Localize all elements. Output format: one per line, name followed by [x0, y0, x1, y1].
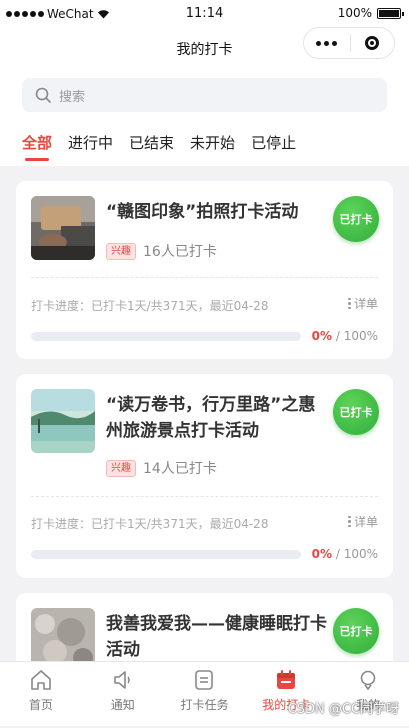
- activity-meta: 兴趣 14人已打卡: [106, 458, 217, 478]
- speaker-icon: [113, 671, 130, 689]
- home-icon: [31, 670, 51, 690]
- card-divider: [31, 277, 378, 278]
- more-vertical-icon: [348, 297, 351, 310]
- status-bar: WeChat 11:14 100%: [0, 0, 409, 28]
- detail-link[interactable]: 详单: [348, 295, 378, 312]
- task-icon: [195, 670, 214, 690]
- tabbar-home[interactable]: 首页: [0, 662, 82, 726]
- checkin-card[interactable]: “读万卷书，行万里路”之惠州旅游景点打卡活动 兴趣 14人已打卡 已打卡 打卡进…: [16, 374, 393, 578]
- calendar-icon: [277, 670, 296, 689]
- progress-total: 100%: [343, 547, 378, 561]
- progress-total: 100%: [343, 329, 378, 343]
- tab-stopped[interactable]: 已停止: [251, 132, 296, 162]
- progress-current: 0%: [311, 329, 333, 343]
- checked-in-button[interactable]: 已打卡: [333, 389, 379, 435]
- mini-program-capsule: [303, 27, 395, 59]
- activity-title: “赣图印象”拍照打卡活动: [106, 202, 299, 222]
- tabbar-label: 通知: [110, 698, 135, 712]
- close-mini-program-button[interactable]: [350, 36, 394, 50]
- tabbar-label: 首页: [28, 698, 53, 712]
- progress-current: 0%: [311, 547, 333, 561]
- watermark: CSDN @CC同学呀: [287, 702, 399, 717]
- participant-count: 16人已打卡: [143, 244, 217, 260]
- search-input[interactable]: 搜索: [22, 78, 387, 112]
- progress-bar: [31, 550, 301, 559]
- detail-label: 详单: [353, 297, 378, 311]
- status-tabs: 全部 进行中 已结束 未开始 已停止: [22, 132, 312, 162]
- battery-icon: [377, 7, 404, 19]
- tab-not-started[interactable]: 未开始: [190, 132, 235, 162]
- tabbar-label: 打卡任务: [180, 698, 229, 712]
- category-tag: 兴趣: [106, 459, 136, 477]
- progress-separator: /: [332, 329, 344, 343]
- activity-thumbnail: [31, 196, 95, 260]
- filter-header: 搜索 全部 进行中 已结束 未开始 已停止: [0, 68, 409, 166]
- activity-title: “读万卷书，行万里路”之惠州旅游景点打卡活动: [106, 395, 316, 441]
- progress-bar: [31, 332, 301, 341]
- activity-title: 我善我爱我——健康睡眠打卡活动: [106, 614, 327, 660]
- progress-summary: 打卡进度：已打卡1天/共371天，最近04-28: [31, 299, 269, 313]
- checkin-list: “赣图印象”拍照打卡活动 兴趣 16人已打卡 已打卡 打卡进度：已打卡1天/共3…: [16, 181, 393, 728]
- progress-percent: 0% / 100%: [312, 329, 378, 343]
- navigation-bar: 我的打卡: [0, 27, 409, 68]
- close-target-icon: [365, 36, 380, 50]
- tabbar-tasks[interactable]: 打卡任务: [164, 662, 246, 726]
- detail-link[interactable]: 详单: [348, 513, 378, 530]
- category-tag: 兴趣: [106, 242, 136, 260]
- participant-count: 14人已打卡: [143, 461, 217, 477]
- checkin-card[interactable]: “赣图印象”拍照打卡活动 兴趣 16人已打卡 已打卡 打卡进度：已打卡1天/共3…: [16, 181, 393, 359]
- checked-in-button[interactable]: 已打卡: [333, 608, 379, 654]
- checked-in-button[interactable]: 已打卡: [333, 196, 379, 242]
- tabbar-notice[interactable]: 通知: [82, 662, 164, 726]
- detail-label: 详单: [353, 515, 378, 529]
- more-menu-button[interactable]: [304, 40, 350, 46]
- search-icon: [35, 87, 51, 103]
- activity-meta: 兴趣 16人已打卡: [106, 241, 217, 261]
- progress-separator: /: [332, 547, 344, 561]
- battery-status: 100%: [337, 6, 404, 20]
- activity-thumbnail: [31, 389, 95, 453]
- search-placeholder: 搜索: [59, 89, 86, 105]
- tab-all[interactable]: 全部: [22, 132, 52, 162]
- more-vertical-icon: [348, 515, 351, 528]
- tab-ended[interactable]: 已结束: [129, 132, 174, 162]
- progress-summary: 打卡进度：已打卡1天/共371天，最近04-28: [31, 517, 269, 531]
- battery-percent: 100%: [337, 6, 372, 20]
- tab-in-progress[interactable]: 进行中: [68, 132, 113, 162]
- card-divider: [31, 496, 378, 497]
- person-icon: [360, 670, 376, 691]
- progress-percent: 0% / 100%: [312, 547, 378, 561]
